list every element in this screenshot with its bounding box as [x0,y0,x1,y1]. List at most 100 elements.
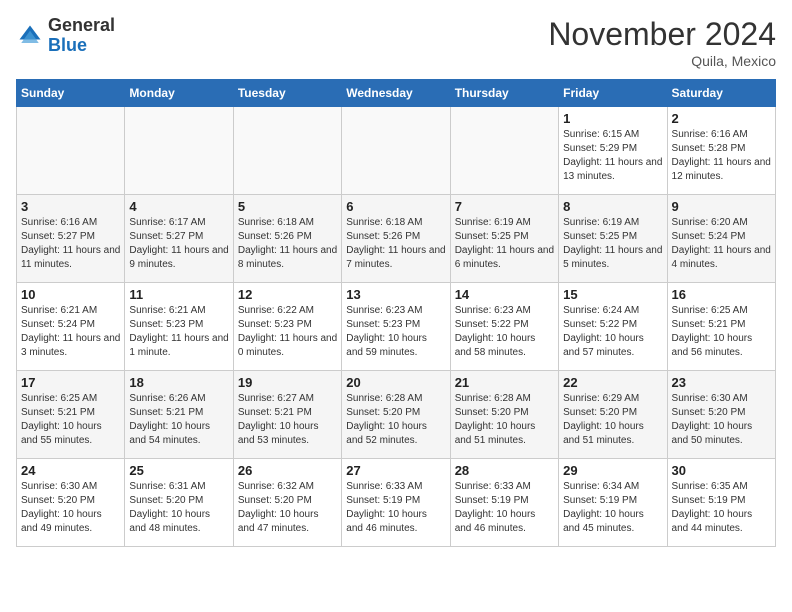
day-number: 5 [238,199,337,214]
day-number: 21 [455,375,554,390]
day-number: 30 [672,463,771,478]
day-number: 9 [672,199,771,214]
day-cell: 11 Sunrise: 6:21 AM Sunset: 5:23 PM Dayli… [125,283,233,371]
day-cell: 19Sunrise: 6:27 AM Sunset: 5:21 PM Dayli… [233,371,341,459]
day-cell: 4 Sunrise: 6:17 AM Sunset: 5:27 PM Daylig… [125,195,233,283]
day-info: Sunrise: 6:17 AM Sunset: 5:27 PM Dayligh… [129,216,228,272]
day-number: 14 [455,287,554,302]
day-info: Sunrise: 6:30 AM Sunset: 5:20 PM Dayligh… [21,480,120,536]
day-cell: 2Sunrise: 6:16 AM Sunset: 5:28 PM Daylig… [667,107,775,195]
logo-general: General [48,15,115,35]
logo: General Blue [16,16,115,56]
title-block: November 2024 Quila, Mexico [548,16,776,69]
weekday-header-thursday: Thursday [450,80,558,107]
day-number: 7 [455,199,554,214]
day-number: 2 [672,111,771,126]
day-number: 3 [21,199,120,214]
day-cell: 20Sunrise: 6:28 AM Sunset: 5:20 PM Dayli… [342,371,450,459]
day-info: Sunrise: 6:30 AM Sunset: 5:20 PM Dayligh… [672,392,771,448]
day-info: Sunrise: 6:22 AM Sunset: 5:23 PM Dayligh… [238,304,337,360]
day-number: 4 [129,199,228,214]
day-cell: 8 Sunrise: 6:19 AM Sunset: 5:25 PM Daylig… [559,195,667,283]
day-number: 16 [672,287,771,302]
day-info: Sunrise: 6:25 AM Sunset: 5:21 PM Dayligh… [21,392,120,448]
logo-blue: Blue [48,35,87,55]
day-cell: 27Sunrise: 6:33 AM Sunset: 5:19 PM Dayli… [342,459,450,547]
day-info: Sunrise: 6:20 AM Sunset: 5:24 PM Dayligh… [672,216,771,272]
day-number: 12 [238,287,337,302]
day-cell: 12 Sunrise: 6:22 AM Sunset: 5:23 PM Dayli… [233,283,341,371]
day-number: 28 [455,463,554,478]
day-cell: 24 Sunrise: 6:30 AM Sunset: 5:20 PM Dayli… [17,459,125,547]
day-info: Sunrise: 6:15 AM Sunset: 5:29 PM Dayligh… [563,128,662,184]
day-cell: 25Sunrise: 6:31 AM Sunset: 5:20 PM Dayli… [125,459,233,547]
logo-text: General Blue [48,16,115,56]
day-cell: 13 Sunrise: 6:23 AM Sunset: 5:23 PM Dayli… [342,283,450,371]
day-number: 22 [563,375,662,390]
day-number: 24 [21,463,120,478]
day-number: 20 [346,375,445,390]
day-number: 26 [238,463,337,478]
day-number: 15 [563,287,662,302]
day-info: Sunrise: 6:19 AM Sunset: 5:25 PM Dayligh… [563,216,662,272]
day-info: Sunrise: 6:29 AM Sunset: 5:20 PM Dayligh… [563,392,662,448]
day-cell: 26 Sunrise: 6:32 AM Sunset: 5:20 PM Dayli… [233,459,341,547]
weekday-header-tuesday: Tuesday [233,80,341,107]
day-info: Sunrise: 6:26 AM Sunset: 5:21 PM Dayligh… [129,392,228,448]
day-cell: 3 Sunrise: 6:16 AM Sunset: 5:27 PM Daylig… [17,195,125,283]
day-cell: 1Sunrise: 6:15 AM Sunset: 5:29 PM Daylig… [559,107,667,195]
weekday-header-wednesday: Wednesday [342,80,450,107]
page-header: General Blue November 2024 Quila, Mexico [16,16,776,69]
day-number: 6 [346,199,445,214]
day-number: 19 [238,375,337,390]
day-cell: 15 Sunrise: 6:24 AM Sunset: 5:22 PM Dayli… [559,283,667,371]
day-number: 10 [21,287,120,302]
day-info: Sunrise: 6:35 AM Sunset: 5:19 PM Dayligh… [672,480,771,536]
day-info: Sunrise: 6:18 AM Sunset: 5:26 PM Dayligh… [238,216,337,272]
weekday-header-friday: Friday [559,80,667,107]
day-cell [450,107,558,195]
day-cell: 22 Sunrise: 6:29 AM Sunset: 5:20 PM Dayli… [559,371,667,459]
day-info: Sunrise: 6:33 AM Sunset: 5:19 PM Dayligh… [346,480,445,536]
week-row-5: 24 Sunrise: 6:30 AM Sunset: 5:20 PM Dayli… [17,459,776,547]
day-cell: 30 Sunrise: 6:35 AM Sunset: 5:19 PM Dayli… [667,459,775,547]
day-number: 13 [346,287,445,302]
day-info: Sunrise: 6:33 AM Sunset: 5:19 PM Dayligh… [455,480,554,536]
day-info: Sunrise: 6:23 AM Sunset: 5:23 PM Dayligh… [346,304,445,360]
day-info: Sunrise: 6:32 AM Sunset: 5:20 PM Dayligh… [238,480,337,536]
day-info: Sunrise: 6:25 AM Sunset: 5:21 PM Dayligh… [672,304,771,360]
day-info: Sunrise: 6:28 AM Sunset: 5:20 PM Dayligh… [455,392,554,448]
day-cell: 5 Sunrise: 6:18 AM Sunset: 5:26 PM Daylig… [233,195,341,283]
day-cell: 18 Sunrise: 6:26 AM Sunset: 5:21 PM Dayli… [125,371,233,459]
day-info: Sunrise: 6:24 AM Sunset: 5:22 PM Dayligh… [563,304,662,360]
weekday-header-monday: Monday [125,80,233,107]
day-cell: 28 Sunrise: 6:33 AM Sunset: 5:19 PM Dayli… [450,459,558,547]
day-cell: 21 Sunrise: 6:28 AM Sunset: 5:20 PM Dayli… [450,371,558,459]
day-number: 11 [129,287,228,302]
day-cell [17,107,125,195]
day-info: Sunrise: 6:16 AM Sunset: 5:27 PM Dayligh… [21,216,120,272]
day-number: 18 [129,375,228,390]
day-info: Sunrise: 6:23 AM Sunset: 5:22 PM Dayligh… [455,304,554,360]
day-number: 29 [563,463,662,478]
day-info: Sunrise: 6:18 AM Sunset: 5:26 PM Dayligh… [346,216,445,272]
day-number: 17 [21,375,120,390]
week-row-3: 10 Sunrise: 6:21 AM Sunset: 5:24 PM Dayli… [17,283,776,371]
day-cell: 29 Sunrise: 6:34 AM Sunset: 5:19 PM Dayli… [559,459,667,547]
day-info: Sunrise: 6:21 AM Sunset: 5:24 PM Dayligh… [21,304,120,360]
logo-icon [16,22,44,50]
day-number: 23 [672,375,771,390]
week-row-1: 1Sunrise: 6:15 AM Sunset: 5:29 PM Daylig… [17,107,776,195]
day-cell: 17 Sunrise: 6:25 AM Sunset: 5:21 PM Dayli… [17,371,125,459]
location: Quila, Mexico [548,53,776,69]
day-cell: 14 Sunrise: 6:23 AM Sunset: 5:22 PM Dayli… [450,283,558,371]
day-info: Sunrise: 6:21 AM Sunset: 5:23 PM Dayligh… [129,304,228,360]
week-row-4: 17 Sunrise: 6:25 AM Sunset: 5:21 PM Dayli… [17,371,776,459]
day-cell: 6 Sunrise: 6:18 AM Sunset: 5:26 PM Daylig… [342,195,450,283]
day-number: 8 [563,199,662,214]
day-info: Sunrise: 6:34 AM Sunset: 5:19 PM Dayligh… [563,480,662,536]
weekday-header-saturday: Saturday [667,80,775,107]
day-cell [233,107,341,195]
weekday-header-row: SundayMondayTuesdayWednesdayThursdayFrid… [17,80,776,107]
week-row-2: 3 Sunrise: 6:16 AM Sunset: 5:27 PM Daylig… [17,195,776,283]
